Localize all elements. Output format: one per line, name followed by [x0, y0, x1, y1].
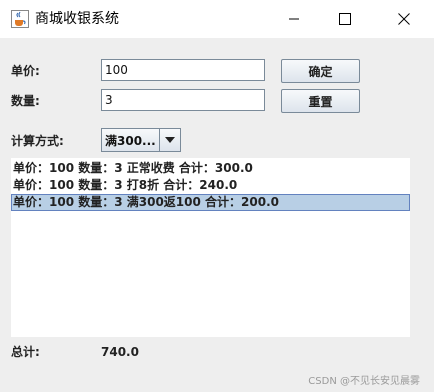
watermark: CSDN @不见长安见晨雾 — [308, 376, 420, 387]
java-cup-icon — [11, 10, 29, 28]
total-value: 740.0 — [101, 345, 139, 359]
title-bar: 商城收银系统 — [0, 0, 434, 38]
price-input[interactable]: 100 — [101, 59, 265, 81]
method-label: 计算方式: — [11, 134, 64, 148]
method-selected: 满300... — [105, 134, 156, 148]
reset-button[interactable]: 重置 — [281, 89, 360, 113]
total-label: 总计: — [11, 345, 40, 359]
minimize-icon — [288, 10, 300, 29]
quantity-input[interactable]: 3 — [101, 89, 265, 111]
result-list[interactable]: 单价：100 数量：3 正常收费 合计：300.0 单价：100 数量：3 打8… — [11, 158, 410, 337]
confirm-button[interactable]: 确定 — [281, 59, 360, 83]
window-title: 商城收银系统 — [35, 11, 119, 27]
maximize-icon — [339, 10, 351, 29]
list-item[interactable]: 单价：100 数量：3 打8折 合计：240.0 — [11, 177, 410, 194]
maximize-button[interactable] — [317, 0, 373, 38]
close-icon — [398, 10, 410, 29]
minimize-button[interactable] — [266, 0, 322, 38]
close-button[interactable] — [376, 0, 432, 38]
price-label: 单价: — [11, 64, 40, 78]
list-item-selected[interactable]: 单价：100 数量：3 满300返100 合计：200.0 — [11, 194, 410, 211]
quantity-label: 数量: — [11, 94, 40, 108]
chevron-down-icon[interactable] — [159, 129, 180, 151]
list-item[interactable]: 单价：100 数量：3 正常收费 合计：300.0 — [11, 160, 410, 177]
method-dropdown[interactable]: 满300... — [101, 128, 181, 152]
